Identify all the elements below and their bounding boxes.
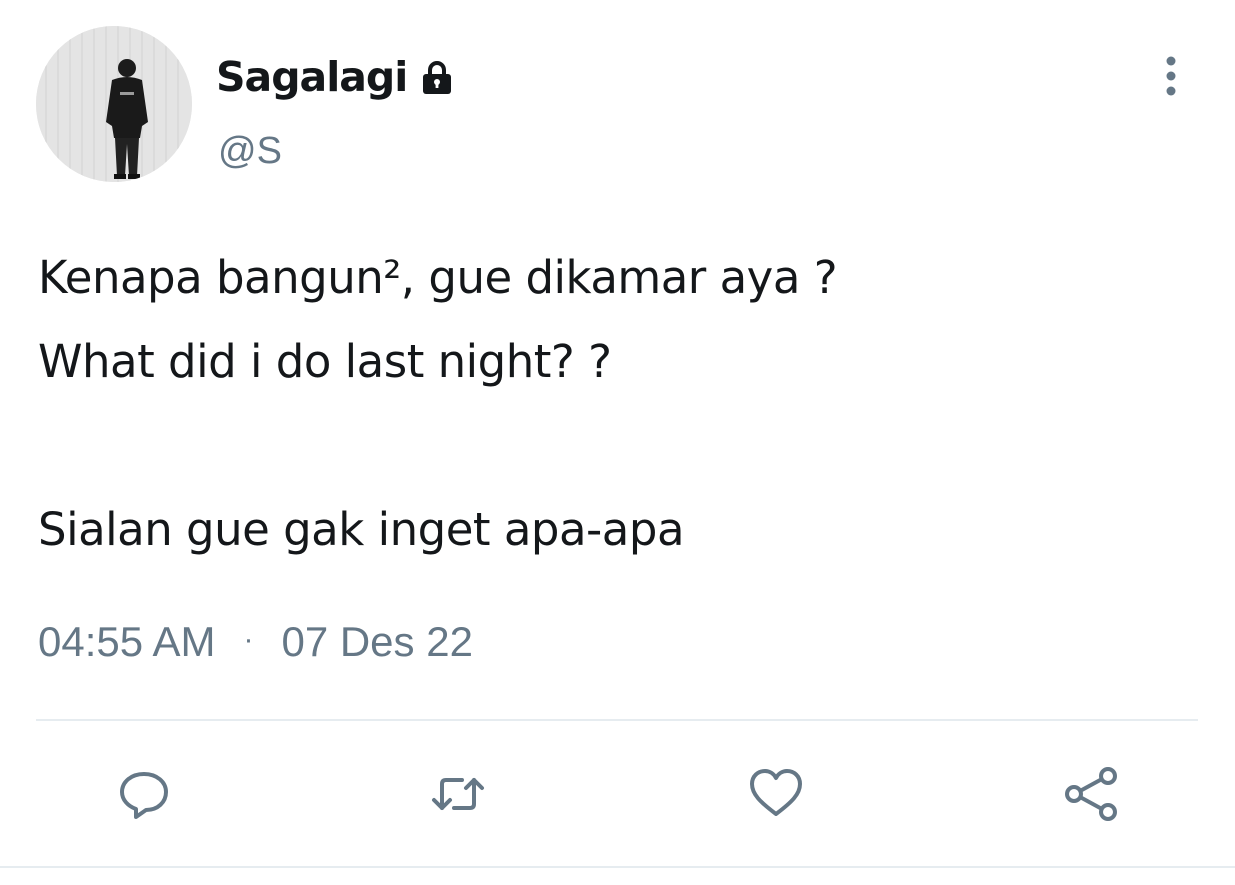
avatar[interactable] [36, 26, 192, 182]
divider [36, 719, 1198, 721]
tweet-text-line: What did i do last night? ? [38, 335, 612, 388]
reply-button[interactable] [112, 762, 176, 826]
tweet-timestamp: 04:55 AM · 07 Des 22 [38, 616, 473, 668]
like-button[interactable] [744, 762, 808, 826]
author-name-row: Sagalagi [216, 50, 457, 104]
reply-icon [120, 772, 168, 819]
bottom-divider [0, 866, 1235, 868]
display-name[interactable]: Sagalagi [216, 50, 408, 104]
profile-photo [36, 26, 192, 182]
meta-separator: · [243, 623, 254, 656]
tweet-text-line: Kenapa bangun², gue dikamar aya ? [38, 251, 838, 304]
lock-icon [423, 61, 452, 94]
tweet-text-line [38, 404, 1198, 488]
share-icon [1065, 767, 1117, 821]
tweet-time[interactable]: 04:55 AM [38, 616, 215, 668]
share-button[interactable] [1060, 762, 1124, 826]
like-icon [750, 769, 802, 816]
tweet-text: Kenapa bangun², gue dikamar aya ? What d… [38, 236, 1198, 572]
tweet-date[interactable]: 07 Des 22 [281, 616, 472, 668]
retweet-button[interactable] [426, 762, 490, 826]
more-vertical-icon[interactable] [1156, 54, 1186, 98]
retweet-icon [432, 778, 484, 810]
tweet-text-line: Sialan gue gak inget apa-apa [38, 503, 685, 556]
author-handle[interactable]: @S [218, 128, 282, 174]
tweet-card: Sagalagi @S Kenapa bangun², gue dikamar … [0, 0, 1235, 885]
